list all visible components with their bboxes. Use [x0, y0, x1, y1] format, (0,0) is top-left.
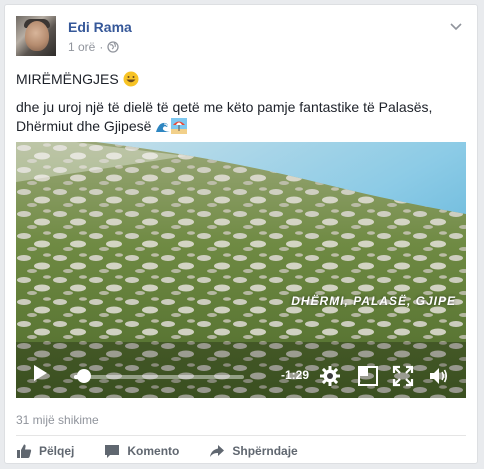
wave-emoji — [156, 122, 171, 132]
time-remaining: -1:29 — [281, 368, 310, 382]
globe-icon — [107, 41, 120, 53]
action-bar: Pëlqej Komento Shpërndaje — [16, 443, 328, 459]
author-name[interactable]: Edi Rama — [68, 19, 132, 35]
grinning-emoji — [123, 71, 139, 87]
video-controls: -1:29 — [16, 346, 466, 398]
progress-track[interactable] — [74, 375, 244, 379]
share-icon — [210, 445, 225, 457]
beach-emoji — [171, 118, 188, 134]
progress-scrubber[interactable] — [77, 369, 92, 383]
chevron-down-icon[interactable] — [448, 18, 464, 34]
post-header: Edi Rama 1 orë · — [16, 16, 466, 60]
post-greeting: MIRËMËNGJES — [16, 71, 119, 87]
video-overlay-caption: DHËRMI, PALASË, GJIPE — [291, 294, 456, 308]
share-label: Shpërndaje — [232, 444, 298, 458]
fullscreen-icon[interactable] — [392, 365, 414, 387]
post-body: dhe ju uroj një të dielë të qetë me këto… — [16, 99, 433, 134]
share-button[interactable]: Shpërndaje — [209, 443, 298, 459]
play-icon[interactable] — [32, 364, 48, 382]
post-meta: 1 orë · — [68, 40, 120, 54]
view-count[interactable]: 31 mijë shikime — [16, 413, 99, 427]
like-label: Pëlqej — [39, 444, 75, 458]
exit-fullscreen-icon[interactable] — [357, 365, 379, 387]
comment-button[interactable]: Komento — [104, 443, 179, 459]
comment-label: Komento — [127, 444, 180, 458]
divider — [16, 435, 466, 436]
avatar[interactable] — [16, 16, 56, 56]
post-meta-dot: · — [99, 40, 104, 54]
settings-icon[interactable] — [319, 365, 341, 387]
like-button[interactable]: Pëlqej — [16, 443, 74, 459]
volume-icon[interactable] — [428, 365, 450, 387]
post-body-line: dhe ju uroj një të dielë të qetë me këto… — [16, 98, 476, 136]
post-greeting-line: MIRËMËNGJES — [16, 70, 139, 89]
video-player[interactable]: DHËRMI, PALASË, GJIPE -1:29 — [16, 142, 466, 398]
post-card: Edi Rama 1 orë · MIRËMËNGJES dhe ju uroj… — [4, 4, 478, 464]
post-time[interactable]: 1 orë — [68, 40, 95, 54]
comment-icon — [105, 445, 120, 458]
like-icon — [17, 444, 32, 458]
